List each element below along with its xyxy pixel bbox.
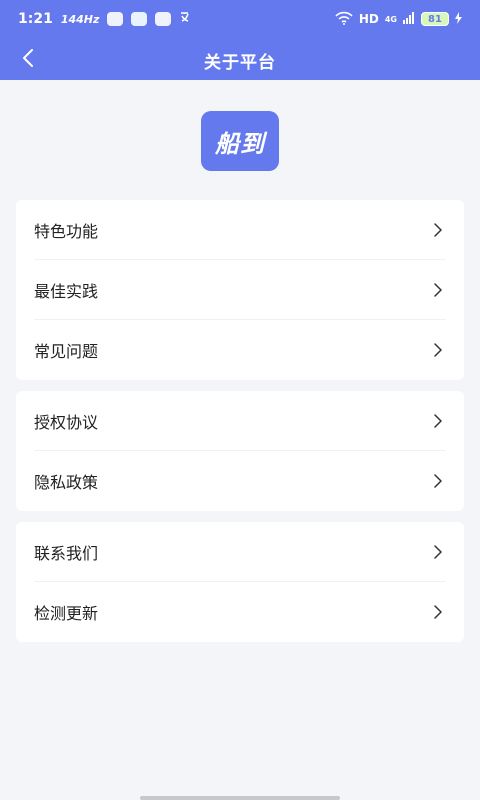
network-type: HD (358, 12, 379, 26)
menu-item-label: 授权协议 (34, 412, 99, 432)
app-header: 1:21 144Hz HD 4G 81 关于平台 (0, 0, 480, 80)
settings-group-3: 联系我们 检测更新 (16, 522, 464, 642)
chevron-right-icon (434, 544, 446, 559)
signal-type: 4G (384, 14, 397, 24)
menu-item-label: 隐私政策 (34, 473, 99, 492)
nav-bar: 关于平台 (0, 40, 480, 80)
menu-item-contact[interactable]: 联系我们 (34, 522, 446, 582)
translate-icon (179, 10, 193, 28)
battery-indicator: 81 (421, 12, 449, 26)
signal-icon (403, 11, 415, 27)
chevron-left-icon (22, 49, 34, 71)
chevron-right-icon (434, 222, 446, 237)
refresh-rate: 144Hz (60, 12, 100, 26)
menu-item-label: 常见问题 (34, 342, 99, 361)
chat-app-icon (155, 12, 172, 26)
menu-item-label: 特色功能 (34, 221, 99, 241)
charging-icon (455, 11, 462, 27)
notification-app-icon (107, 12, 124, 26)
chevron-right-icon (434, 343, 446, 357)
settings-group-2: 授权协议 隐私政策 (16, 391, 464, 511)
chevron-right-icon (434, 282, 446, 297)
chevron-right-icon (434, 605, 446, 619)
settings-group-1: 特色功能 最佳实践 常见问题 (16, 200, 464, 380)
menu-item-check-update[interactable]: 检测更新 (34, 582, 446, 642)
app-logo: 船到 (201, 111, 279, 171)
menu-item-faq[interactable]: 常见问题 (34, 320, 446, 380)
menu-item-privacy[interactable]: 隐私政策 (34, 451, 446, 511)
menu-item-best-practices[interactable]: 最佳实践 (34, 260, 446, 320)
menu-item-license[interactable]: 授权协议 (34, 391, 446, 451)
wifi-icon (335, 11, 353, 28)
menu-item-label: 联系我们 (34, 543, 99, 563)
menu-item-features[interactable]: 特色功能 (34, 200, 446, 260)
chevron-right-icon (434, 413, 446, 428)
status-time: 1:21 (18, 11, 53, 27)
menu-item-label: 最佳实践 (34, 281, 99, 301)
home-indicator[interactable] (140, 796, 340, 800)
back-button[interactable] (14, 46, 42, 74)
message-app-icon (131, 12, 148, 26)
status-bar: 1:21 144Hz HD 4G 81 (0, 0, 480, 38)
page-title: 关于平台 (204, 52, 276, 73)
chevron-right-icon (434, 474, 446, 488)
menu-item-label: 检测更新 (34, 604, 99, 623)
